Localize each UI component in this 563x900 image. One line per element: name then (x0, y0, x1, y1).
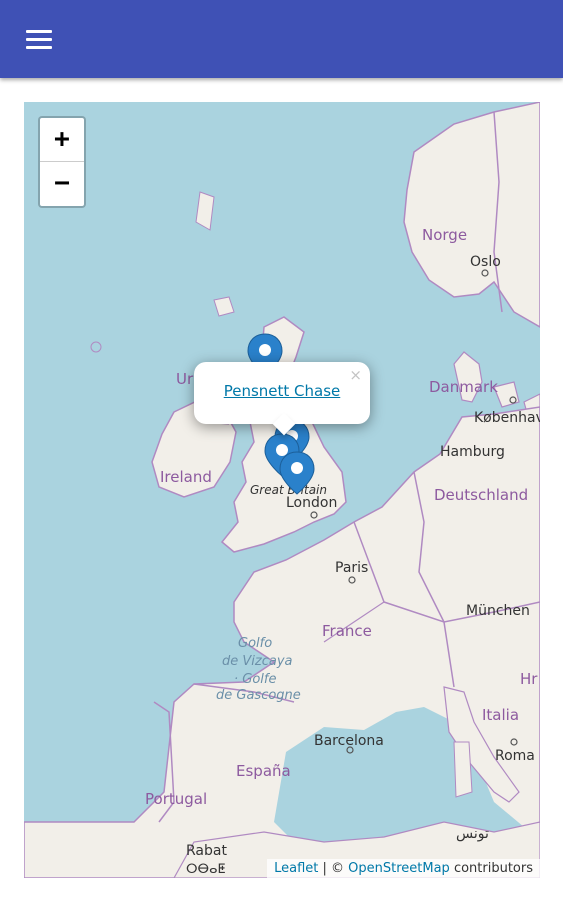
popup-link[interactable]: Pensnett Chase (194, 382, 370, 400)
label-norge: Norge (422, 226, 467, 244)
label-ireland: Ireland (160, 468, 212, 486)
label-deutschland: Deutschland (434, 486, 528, 504)
label-paris: Paris (335, 560, 368, 576)
label-hr-partial: Hr (520, 670, 538, 688)
zoom-control: + − (38, 116, 86, 208)
label-danmark: Danmark (429, 378, 498, 396)
label-golfo-4: de Gascogne (216, 688, 301, 703)
map-view[interactable]: Norge Oslo Danmark København Hamburg Deu… (24, 102, 540, 878)
label-italia: Italia (482, 706, 519, 724)
label-hamburg: Hamburg (440, 444, 505, 460)
map-tiles: Norge Oslo Danmark København Hamburg Deu… (24, 102, 540, 878)
app-bar (0, 0, 563, 78)
label-london: London (286, 495, 337, 511)
label-golfo-1: Golfo (238, 636, 272, 651)
label-portugal: Portugal (145, 790, 207, 808)
zoom-out-button[interactable]: − (40, 162, 84, 205)
attribution-suffix: contributors (449, 861, 533, 876)
openstreetmap-link[interactable]: OpenStreetMap (348, 861, 450, 876)
label-golfo-3: · Golfe (234, 672, 276, 687)
label-oslo: Oslo (470, 254, 501, 270)
label-tunis: تونس (456, 826, 489, 842)
hamburger-menu-icon[interactable] (24, 26, 56, 54)
label-golfo-2: de Vizcaya (222, 654, 293, 669)
label-barcelona: Barcelona (314, 733, 384, 749)
label-roma: Roma (495, 748, 535, 764)
label-france: France (322, 622, 372, 640)
label-kobenhavn: København (474, 410, 540, 426)
label-munchen: München (466, 603, 530, 619)
zoom-in-button[interactable]: + (40, 118, 84, 162)
leaflet-link[interactable]: Leaflet (274, 861, 318, 876)
attribution-separator: | © (318, 861, 349, 876)
marker-popup: × Pensnett Chase (194, 362, 370, 436)
label-uk-partial: Ur (176, 370, 194, 388)
map-attribution: Leaflet | © OpenStreetMap contributors (267, 859, 540, 878)
label-espana: España (236, 762, 291, 780)
label-rabat: Rabat (186, 843, 227, 859)
label-rabat-tif: ⵔⴱⴰⵟ (186, 862, 226, 877)
